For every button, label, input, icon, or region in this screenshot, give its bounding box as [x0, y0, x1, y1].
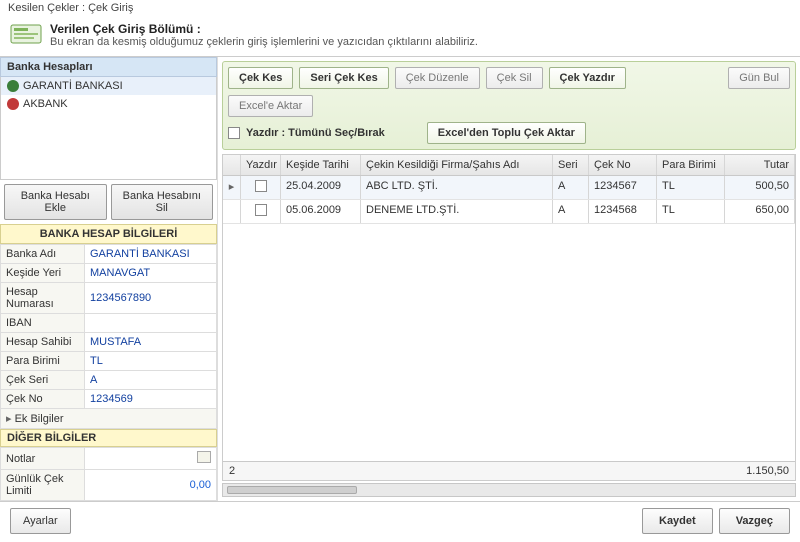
cell-date: 25.04.2009 [281, 176, 361, 199]
select-all-checkbox[interactable] [228, 127, 240, 139]
cell-amt: 650,00 [725, 200, 795, 223]
label-account-no: Hesap Numarası [1, 283, 85, 314]
header-subtitle: Bu ekran da kesmiş olduğumuz çeklerin gi… [50, 36, 790, 48]
other-info-table: Notlar Günlük Çek Limiti0,00 [0, 447, 217, 501]
cek-kes-button[interactable]: Çek Kes [228, 67, 293, 89]
header-title: Verilen Çek Giriş Bölümü : [50, 22, 790, 36]
bank-name: AKBANK [23, 98, 68, 110]
add-bank-button[interactable]: Banka Hesabı Ekle [4, 184, 107, 220]
save-button[interactable]: Kaydet [642, 508, 713, 534]
label-seri: Çek Seri [1, 371, 85, 390]
table-row[interactable]: ▸ 25.04.2009 ABC LTD. ŞTİ. A 1234567 TL … [223, 176, 795, 200]
label-currency: Para Birimi [1, 352, 85, 371]
label-ek: Ek Bilgiler [15, 413, 64, 425]
scrollbar-thumb[interactable] [227, 486, 357, 494]
cell-firm: DENEME LTD.ŞTİ. [361, 200, 553, 223]
col-indicator [223, 155, 241, 175]
bank-name: GARANTİ BANKASI [23, 80, 123, 92]
label-notes: Notlar [1, 448, 85, 470]
col-seri[interactable]: Seri [553, 155, 589, 175]
bank-icon [7, 98, 19, 110]
bank-accounts-header: Banka Hesapları [0, 57, 217, 77]
cell-no: 1234568 [589, 200, 657, 223]
right-panel: Çek Kes Seri Çek Kes Çek Düzenle Çek Sil… [218, 57, 800, 501]
excel-toplu-aktar-button[interactable]: Excel'den Toplu Çek Aktar [427, 122, 586, 144]
cell-no: 1234567 [589, 176, 657, 199]
window-title: Kesilen Çekler : Çek Giriş [0, 0, 800, 16]
row-print-checkbox[interactable] [241, 200, 281, 223]
footer-bar: Ayarlar Kaydet Vazgeç [0, 501, 800, 540]
value-iban[interactable] [85, 314, 217, 333]
delete-bank-button[interactable]: Banka Hesabını Sil [111, 184, 214, 220]
label-limit: Günlük Çek Limiti [1, 470, 85, 501]
value-limit[interactable]: 0,00 [85, 470, 217, 501]
note-icon[interactable] [197, 451, 211, 463]
cek-yazdir-button[interactable]: Çek Yazdır [549, 67, 626, 89]
cek-duzenle-button[interactable]: Çek Düzenle [395, 67, 480, 89]
col-date[interactable]: Keşide Tarihi [281, 155, 361, 175]
row-indicator-icon: ▸ [223, 176, 241, 199]
app-icon [10, 22, 42, 46]
excel-aktar-button[interactable]: Excel'e Aktar [228, 95, 313, 117]
label-bank-name: Banka Adı [1, 245, 85, 264]
grid-header: Yazdır Keşide Tarihi Çekin Kesildiği Fir… [223, 155, 795, 176]
value-notes[interactable] [85, 448, 217, 470]
row-print-checkbox[interactable] [241, 176, 281, 199]
col-currency[interactable]: Para Birimi [657, 155, 725, 175]
header-bar: Verilen Çek Giriş Bölümü : Bu ekran da k… [0, 16, 800, 57]
cell-firm: ABC LTD. ŞTİ. [361, 176, 553, 199]
value-seri[interactable]: A [85, 371, 217, 390]
cheque-grid: Yazdır Keşide Tarihi Çekin Kesildiği Fir… [222, 154, 796, 481]
value-owner[interactable]: MUSTAFA [85, 333, 217, 352]
cell-cur: TL [657, 200, 725, 223]
grid-body[interactable]: ▸ 25.04.2009 ABC LTD. ŞTİ. A 1234567 TL … [223, 176, 795, 461]
grid-footer: 2 1.150,50 [223, 461, 795, 480]
value-bank-name[interactable]: GARANTİ BANKASI [85, 245, 217, 264]
total-amount: 1.150,50 [746, 465, 789, 477]
cell-seri: A [553, 200, 589, 223]
expand-ek-bilgiler[interactable]: ▸ Ek Bilgiler [1, 409, 217, 429]
value-account-no[interactable]: 1234567890 [85, 283, 217, 314]
toolbar: Çek Kes Seri Çek Kes Çek Düzenle Çek Sil… [222, 61, 796, 150]
bank-icon [7, 80, 19, 92]
cell-cur: TL [657, 176, 725, 199]
label-owner: Hesap Sahibi [1, 333, 85, 352]
label-keside: Keşide Yeri [1, 264, 85, 283]
row-indicator-icon [223, 200, 241, 223]
value-keside[interactable]: MANAVGAT [85, 264, 217, 283]
other-info-header: DİĞER BİLGİLER [0, 429, 217, 447]
account-info-header: BANKA HESAP BİLGİLERİ [0, 224, 217, 244]
bank-list[interactable]: GARANTİ BANKASI AKBANK [0, 77, 217, 180]
row-count: 2 [229, 465, 269, 477]
select-all-label: Yazdır : Tümünü Seç/Bırak [246, 127, 385, 139]
value-cekno[interactable]: 1234569 [85, 390, 217, 409]
value-currency[interactable]: TL [85, 352, 217, 371]
cell-date: 05.06.2009 [281, 200, 361, 223]
settings-button[interactable]: Ayarlar [10, 508, 71, 534]
cell-amt: 500,50 [725, 176, 795, 199]
col-yazdir[interactable]: Yazdır [241, 155, 281, 175]
label-cekno: Çek No [1, 390, 85, 409]
cancel-button[interactable]: Vazgeç [719, 508, 790, 534]
table-row[interactable]: 05.06.2009 DENEME LTD.ŞTİ. A 1234568 TL … [223, 200, 795, 224]
left-panel: Banka Hesapları GARANTİ BANKASI AKBANK B… [0, 57, 218, 501]
bank-item[interactable]: AKBANK [1, 95, 216, 113]
label-iban: IBAN [1, 314, 85, 333]
col-firm[interactable]: Çekin Kesildiği Firma/Şahıs Adı [361, 155, 553, 175]
col-cekno[interactable]: Çek No [589, 155, 657, 175]
horizontal-scrollbar[interactable] [222, 483, 796, 497]
col-amount[interactable]: Tutar [725, 155, 795, 175]
account-info-table: Banka AdıGARANTİ BANKASI Keşide YeriMANA… [0, 244, 217, 429]
seri-cek-kes-button[interactable]: Seri Çek Kes [299, 67, 388, 89]
gun-bul-button[interactable]: Gün Bul [728, 67, 790, 89]
bank-item[interactable]: GARANTİ BANKASI [1, 77, 216, 95]
cell-seri: A [553, 176, 589, 199]
cek-sil-button[interactable]: Çek Sil [486, 67, 543, 89]
